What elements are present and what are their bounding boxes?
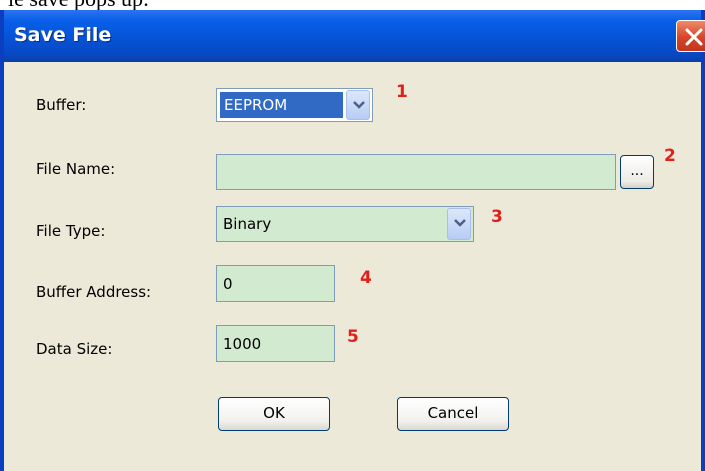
browse-button[interactable]: ...: [620, 155, 654, 189]
cancel-button[interactable]: Cancel: [397, 397, 509, 431]
data-size-value: 1000: [223, 334, 262, 353]
file-name-input[interactable]: [216, 154, 616, 190]
file-type-label: File Type:: [36, 222, 106, 240]
dialog-title: Save File: [14, 24, 112, 46]
buffer-address-value: 0: [223, 274, 233, 293]
marker-4: 4: [360, 268, 372, 288]
buffer-dropdown-button[interactable]: [346, 90, 370, 120]
title-bar: Save File: [4, 10, 701, 62]
file-name-label: File Name:: [36, 160, 116, 178]
marker-3: 3: [491, 207, 503, 227]
file-type-value: Binary: [223, 215, 272, 233]
data-size-input[interactable]: 1000: [216, 325, 335, 362]
chevron-down-icon: [454, 219, 466, 227]
close-button[interactable]: [676, 20, 705, 52]
marker-5: 5: [347, 327, 359, 347]
caption-fragment: le save pops up:: [0, 0, 705, 10]
buffer-address-label: Buffer Address:: [36, 283, 152, 301]
chevron-down-icon: [353, 101, 365, 109]
save-file-dialog: Save File Buffer: EEPROM 1 File Name: ..…: [0, 10, 705, 471]
buffer-address-input[interactable]: 0: [216, 265, 335, 302]
file-type-select[interactable]: Binary: [216, 206, 474, 242]
marker-2: 2: [664, 146, 676, 166]
file-type-dropdown-button[interactable]: [447, 208, 471, 240]
data-size-label: Data Size:: [36, 340, 113, 358]
marker-1: 1: [396, 82, 408, 102]
ok-button[interactable]: OK: [218, 397, 330, 431]
buffer-selected-value: EEPROM: [220, 92, 343, 118]
buffer-label: Buffer:: [36, 96, 87, 114]
buffer-select[interactable]: EEPROM: [216, 88, 373, 122]
close-icon: [685, 28, 703, 46]
caption-text: le save pops up:: [8, 0, 149, 10]
